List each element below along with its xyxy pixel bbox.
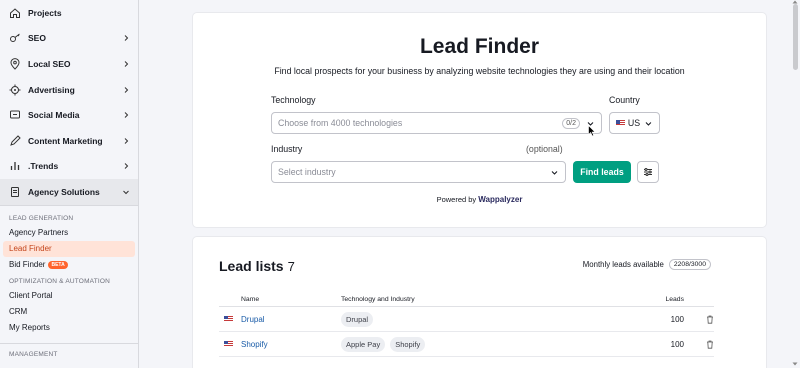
home-icon [9, 7, 21, 19]
us-flag-icon [224, 340, 233, 347]
industry-placeholder: Select industry [278, 167, 336, 177]
country-label: Country [609, 95, 640, 105]
monthly-leads: Monthly leads available 2208/3000 [583, 259, 711, 270]
industry-optional: (optional) [526, 144, 563, 154]
table-header: Name Technology and Industry Leads [219, 293, 714, 307]
industry-label: Industry [271, 144, 303, 154]
sidebar-item-agency-partners[interactable]: Agency Partners [0, 225, 138, 241]
document-icon [9, 186, 21, 198]
lead-list-name[interactable]: Drupal [241, 315, 341, 324]
trash-icon[interactable] [706, 340, 714, 349]
chevron-right-icon [124, 112, 129, 119]
lead-lists-count: 7 [287, 259, 295, 274]
nav-trends[interactable]: .Trends [0, 154, 138, 180]
scroll-down-arrow-icon[interactable] [792, 362, 798, 366]
chevron-right-icon [124, 137, 129, 144]
technology-label: Technology [271, 95, 316, 105]
sidebar-item-lead-finder[interactable]: Lead Finder [3, 240, 135, 257]
nav-seo[interactable]: SEO [0, 26, 138, 52]
table-row[interactable]: Shopify Apple Pay Shopify 100 [219, 332, 714, 357]
lead-lists-label: Lead lists [219, 258, 284, 274]
country-select[interactable]: US [609, 112, 660, 134]
table-row[interactable]: Drupal Drupal 100 [219, 307, 714, 332]
chevron-right-icon [124, 163, 129, 170]
chevron-right-icon [124, 35, 129, 42]
sidebar-item-my-reports[interactable]: My Reports [0, 320, 138, 336]
chevron-right-icon [124, 86, 129, 93]
col-name: Name [241, 296, 260, 303]
powered-by: Powered by Wappalyzer [193, 195, 766, 204]
section-management: MANAGEMENT [9, 350, 58, 358]
bar-chart-icon [9, 160, 21, 172]
chevron-down-icon [551, 170, 558, 175]
monthly-leads-value: 2208/3000 [668, 259, 711, 270]
us-flag-icon [616, 120, 625, 126]
sidebar: Projects SEO Local SEO Advertising Socia… [0, 0, 139, 368]
pen-icon [9, 135, 21, 147]
chevron-down-icon [645, 121, 652, 126]
beta-badge: BETA [48, 260, 68, 269]
lead-count: 100 [670, 314, 684, 324]
chevron-down-icon [123, 190, 129, 195]
sliders-icon [644, 168, 652, 176]
chevron-right-icon [124, 61, 129, 67]
tech-chip: Drupal [341, 311, 374, 327]
sidebar-item-bid-finder[interactable]: Bid Finder BETA [0, 257, 138, 273]
lead-lists-title: Lead lists 7 [219, 258, 295, 274]
filter-settings-button[interactable] [637, 161, 659, 183]
technology-select[interactable]: Choose from 4000 technologies 0/2 [271, 112, 602, 134]
nav-projects[interactable]: Projects [0, 0, 138, 26]
nav-agency-solutions[interactable]: Agency Solutions [0, 179, 138, 205]
sidebar-item-client-portal[interactable]: Client Portal [0, 288, 138, 304]
nav-advertising[interactable]: Advertising [0, 77, 138, 103]
country-value: US [627, 118, 641, 128]
sidebar-item-crm[interactable]: CRM [0, 304, 138, 320]
wappalyzer-logo[interactable]: Wappalyzer [478, 195, 522, 204]
col-leads: Leads [665, 296, 684, 303]
target-icon [9, 84, 21, 96]
mouse-cursor-icon [588, 125, 596, 137]
section-optimization: OPTIMIZATION & AUTOMATION [9, 277, 111, 285]
lead-finder-card: Lead Finder Find local prospects for you… [193, 13, 766, 227]
chat-icon [9, 109, 21, 121]
page-subtitle: Find local prospects for your business b… [274, 66, 685, 76]
find-leads-button[interactable]: Find leads [573, 161, 631, 183]
col-tech: Technology and Industry [341, 296, 415, 303]
lead-list-name[interactable]: Shopify [241, 340, 341, 349]
lead-lists-table: Name Technology and Industry Leads Drupa… [219, 293, 714, 357]
tech-chip: Apple Pay [341, 336, 386, 352]
us-flag-icon [224, 315, 233, 322]
monthly-leads-label: Monthly leads available [582, 260, 664, 269]
technology-placeholder: Choose from 4000 technologies [278, 118, 403, 128]
section-lead-generation: LEAD GENERATION [9, 214, 74, 222]
tech-chip: Shopify [390, 336, 426, 352]
page-scrollbar[interactable] [793, 4, 798, 70]
page-title: Lead Finder [419, 35, 540, 58]
industry-select[interactable]: Select industry [271, 161, 566, 183]
nav-local-seo[interactable]: Local SEO [0, 51, 138, 77]
lead-count: 100 [670, 339, 684, 349]
nav-social-media[interactable]: Social Media [0, 102, 138, 128]
pin-icon [9, 58, 21, 70]
key-icon [9, 32, 21, 44]
lead-lists-card: Lead lists 7 Monthly leads available 2208… [193, 237, 766, 368]
sidebar-item-label: Bid Finder [9, 260, 46, 270]
trash-icon[interactable] [706, 315, 714, 324]
powered-by-text: Powered by [436, 195, 477, 204]
technology-counter: 0/2 [562, 117, 580, 129]
nav-content-marketing[interactable]: Content Marketing [0, 128, 138, 154]
